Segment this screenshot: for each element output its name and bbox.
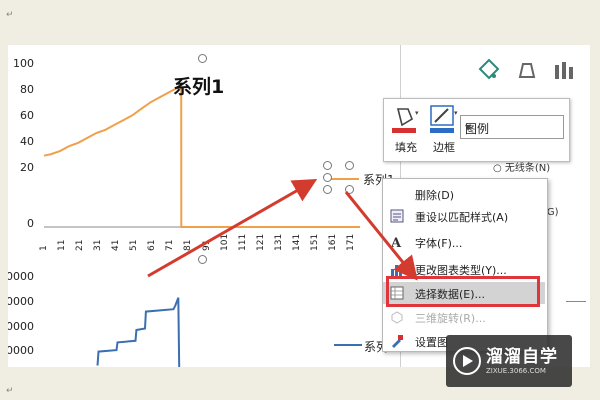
chart-2[interactable]: 0000 0000 0000 0000 系列1 — [8, 260, 400, 367]
logo-play-icon — [453, 347, 481, 375]
svg-text:▾: ▾ — [415, 109, 419, 117]
x-tick: 151 — [309, 233, 320, 251]
x-tick: 1 — [39, 245, 49, 251]
fill-label: 填充 — [395, 141, 417, 154]
legend-options-icon[interactable] — [551, 57, 577, 83]
x-tick: 161 — [327, 233, 338, 251]
menu-item-label: 删除(D) — [415, 189, 455, 202]
format-icon — [392, 335, 403, 348]
svg-text:A: A — [390, 236, 402, 250]
x-tick: 171 — [345, 233, 356, 251]
chart-resize-handle[interactable] — [198, 255, 207, 264]
resize-handle[interactable] — [345, 161, 354, 170]
legend-swatch — [334, 344, 362, 346]
chart2-plot — [96, 297, 181, 367]
menu-item-3d-rotation: 三维旋转(R)... — [383, 306, 545, 328]
reset-style-icon — [390, 209, 404, 223]
x-tick: 31 — [93, 239, 104, 251]
x-tick: 121 — [255, 233, 266, 251]
menu-item-label: 设置图 — [415, 336, 448, 349]
svg-text:▾: ▾ — [454, 109, 458, 117]
x-tick: 141 — [291, 233, 302, 251]
pen-icon: ▾ — [430, 105, 458, 133]
x-tick: 101 — [219, 233, 230, 251]
fill-button[interactable]: ▾ 填充 — [388, 103, 424, 157]
chart-type-icon — [391, 265, 402, 276]
x-tick: 11 — [57, 239, 68, 251]
chart-element-dropdown[interactable]: 图例 ▼ — [460, 115, 564, 139]
x-tick: 71 — [165, 239, 176, 251]
x-tick: 51 — [129, 239, 140, 251]
x-tick: 81 — [183, 239, 194, 251]
watermark-subtitle: ZIXUE.3066.COM — [486, 367, 546, 375]
chart-title[interactable]: 系列1 — [173, 72, 224, 99]
resize-handle[interactable] — [323, 173, 332, 182]
resize-handle[interactable] — [345, 185, 354, 194]
menu-item-label: 字体(F)... — [415, 237, 463, 250]
resize-handle[interactable] — [323, 185, 332, 194]
watermark-title: 溜溜自学 — [486, 347, 558, 367]
fill-color-swatch — [392, 128, 416, 133]
series-line[interactable] — [96, 297, 181, 367]
menu-item-delete[interactable]: 删除(D) — [383, 183, 545, 205]
menu-item-reset-style[interactable]: 重设以匹配样式(A) — [383, 205, 545, 227]
border-label: 边框 — [433, 141, 455, 154]
x-tick: 111 — [237, 233, 248, 251]
x-tick: 91 — [201, 239, 212, 251]
context-menu: 删除(D) 重设以匹配样式(A) A 字体(F)... 更改图表类型(Y)...… — [382, 178, 548, 352]
paragraph-mark: ↵ — [6, 10, 14, 20]
series-line[interactable] — [43, 82, 360, 228]
chart-resize-handle[interactable] — [198, 54, 207, 63]
annotation-highlight-box — [386, 276, 540, 307]
font-icon: A — [390, 236, 402, 250]
menu-item-label: 重设以匹配样式(A) — [415, 211, 509, 224]
effects-icon[interactable] — [514, 57, 540, 83]
border-button[interactable]: ▾ 边框 — [426, 103, 462, 157]
fill-line-icon[interactable] — [476, 57, 502, 83]
x-tick: 41 — [111, 239, 122, 251]
legend-swatch — [331, 178, 359, 180]
paragraph-mark: ↵ — [6, 386, 14, 396]
3d-rotate-icon — [391, 311, 403, 324]
border-color-swatch — [430, 128, 454, 133]
paint-bucket-icon: ▾ — [392, 108, 419, 133]
pane-slider-line — [566, 301, 586, 302]
x-tick: 61 — [147, 239, 158, 251]
chevron-down-icon: ▼ — [465, 123, 472, 132]
menu-item-label: 三维旋转(R)... — [415, 312, 486, 325]
x-tick: 21 — [75, 239, 86, 251]
x-tick: 131 — [273, 233, 284, 251]
menu-item-font[interactable]: A 字体(F)... — [383, 231, 545, 253]
resize-handle[interactable] — [323, 161, 332, 170]
watermark: 溜溜自学 ZIXUE.3066.COM — [446, 335, 572, 387]
